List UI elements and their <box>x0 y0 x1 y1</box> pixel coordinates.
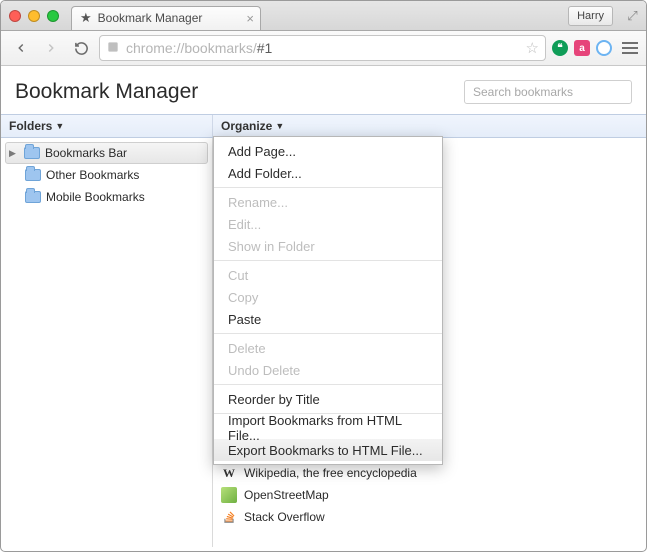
bookmark-label: Wikipedia, the free encyclopedia <box>244 466 417 480</box>
browser-window: ★ Bookmark Manager × Harry ⤢ chrome://bo… <box>0 0 647 552</box>
bookmark-row[interactable]: OpenStreetMap <box>213 484 646 506</box>
folder-icon <box>24 147 40 159</box>
menu-separator <box>214 384 442 385</box>
menu-separator <box>214 333 442 334</box>
sidebar-item-other-bookmarks[interactable]: Other Bookmarks <box>1 164 212 186</box>
openstreetmap-icon <box>221 487 237 503</box>
folder-icon <box>25 191 41 203</box>
forward-button[interactable] <box>39 37 63 59</box>
sidebar-item-label: Mobile Bookmarks <box>46 190 145 204</box>
profile-button[interactable]: Harry <box>568 6 613 26</box>
bookmark-label: OpenStreetMap <box>244 488 329 502</box>
hangouts-extension-icon[interactable]: ❝ <box>552 40 568 56</box>
reload-button[interactable] <box>69 37 93 59</box>
sidebar-item-label: Other Bookmarks <box>46 168 139 182</box>
sidebar-item-mobile-bookmarks[interactable]: Mobile Bookmarks <box>1 186 212 208</box>
toolbar: chrome://bookmarks/#1 ☆ ❝ a <box>1 31 646 66</box>
url-text: chrome://bookmarks/#1 <box>126 40 272 56</box>
bookmark-row[interactable]: Stack Overflow <box>213 506 646 528</box>
close-tab-icon[interactable]: × <box>246 11 254 26</box>
search-input[interactable] <box>464 80 632 104</box>
menu-item-rename: Rename... <box>214 191 442 213</box>
bookmark-list: Add Page... Add Folder... Rename... Edit… <box>213 138 646 547</box>
menu-item-add-folder[interactable]: Add Folder... <box>214 162 442 184</box>
menu-item-show-in-folder: Show in Folder <box>214 235 442 257</box>
wikipedia-icon: W <box>221 465 237 481</box>
organize-header[interactable]: Organize ▼ <box>213 115 292 137</box>
page-title: Bookmark Manager <box>15 80 198 104</box>
tab-strip: ★ Bookmark Manager × Harry ⤢ <box>1 1 646 31</box>
content-body: ▶ Bookmarks Bar Other Bookmarks Mobile B… <box>1 138 646 547</box>
menu-item-reorder[interactable]: Reorder by Title <box>214 388 442 410</box>
menu-separator <box>214 260 442 261</box>
menu-item-undo-delete: Undo Delete <box>214 359 442 381</box>
page-header: Bookmark Manager <box>1 66 646 114</box>
disclosure-triangle-icon[interactable]: ▶ <box>9 148 19 159</box>
menu-separator <box>214 187 442 188</box>
menu-item-export[interactable]: Export Bookmarks to HTML File... <box>214 439 442 461</box>
window-controls <box>9 10 59 22</box>
sidebar-item-bookmarks-bar[interactable]: ▶ Bookmarks Bar <box>5 142 208 164</box>
menu-item-add-page[interactable]: Add Page... <box>214 140 442 162</box>
bookmark-star-icon: ★ <box>80 10 92 26</box>
tab-title: Bookmark Manager <box>98 11 203 25</box>
close-window-button[interactable] <box>9 10 21 22</box>
extension-icon[interactable]: a <box>574 40 590 56</box>
folder-sidebar: ▶ Bookmarks Bar Other Bookmarks Mobile B… <box>1 138 213 547</box>
fullscreen-icon[interactable]: ⤢ <box>625 8 640 23</box>
stackoverflow-icon <box>221 509 237 525</box>
menu-item-import[interactable]: Import Bookmarks from HTML File... <box>214 417 442 439</box>
site-info-icon[interactable] <box>106 40 120 57</box>
menu-item-cut: Cut <box>214 264 442 286</box>
zoom-window-button[interactable] <box>47 10 59 22</box>
search-bookmarks <box>464 80 632 104</box>
address-bar[interactable]: chrome://bookmarks/#1 ☆ <box>99 35 546 61</box>
sidebar-item-label: Bookmarks Bar <box>45 146 127 160</box>
caret-down-icon: ▼ <box>275 121 284 131</box>
menu-item-paste[interactable]: Paste <box>214 308 442 330</box>
extension-icon-2[interactable] <box>596 40 612 56</box>
menu-item-copy: Copy <box>214 286 442 308</box>
browser-tab[interactable]: ★ Bookmark Manager × <box>71 6 261 30</box>
bookmark-row[interactable]: W Wikipedia, the free encyclopedia <box>213 462 646 484</box>
profile-label: Harry <box>577 10 604 22</box>
menu-item-edit: Edit... <box>214 213 442 235</box>
folders-header[interactable]: Folders ▼ <box>1 115 213 137</box>
column-header-bar: Folders ▼ Organize ▼ <box>1 114 646 138</box>
chrome-menu-icon[interactable] <box>622 42 638 54</box>
organize-header-label: Organize <box>221 119 272 133</box>
folder-icon <box>25 169 41 181</box>
folders-header-label: Folders <box>9 119 52 133</box>
omnibox-actions: ☆ <box>526 39 539 57</box>
organize-menu: Add Page... Add Folder... Rename... Edit… <box>213 136 443 465</box>
menu-item-delete: Delete <box>214 337 442 359</box>
caret-down-icon: ▼ <box>55 121 64 131</box>
bookmark-label: Stack Overflow <box>244 510 325 524</box>
back-button[interactable] <box>9 37 33 59</box>
minimize-window-button[interactable] <box>28 10 40 22</box>
bookmark-page-icon[interactable]: ☆ <box>526 39 539 57</box>
